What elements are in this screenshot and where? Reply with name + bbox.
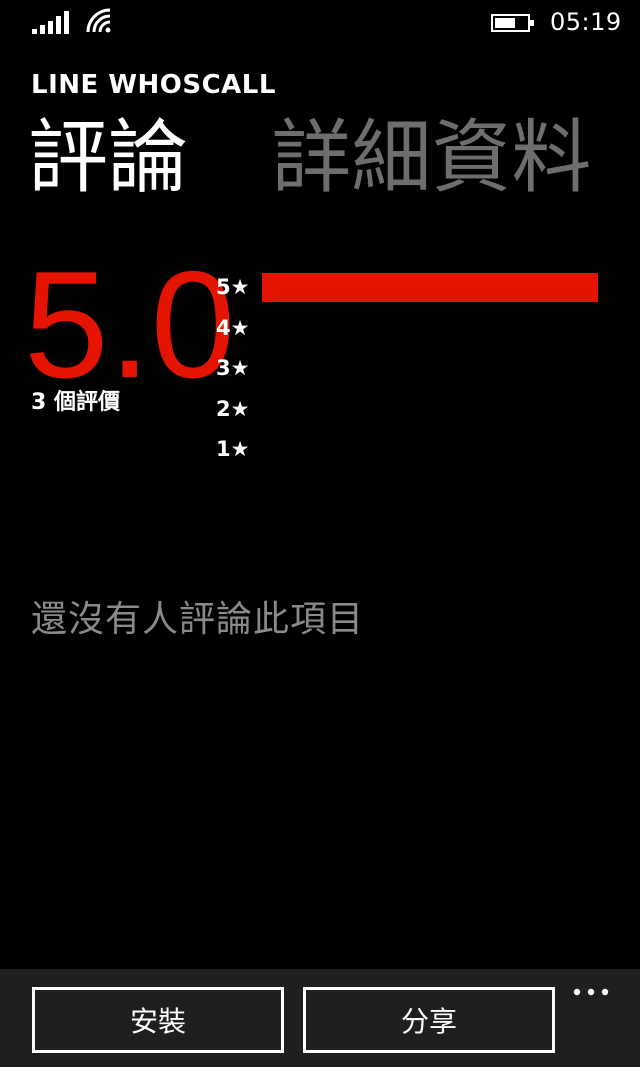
histogram-label: 1★ [216,437,250,461]
histogram-row-2: 2★ [216,394,616,435]
share-button[interactable]: 分享 [303,987,555,1053]
histogram-label: 3★ [216,356,250,380]
average-rating: 5.0 [24,240,236,410]
histogram-label: 4★ [216,315,250,340]
install-button[interactable]: 安裝 [32,987,284,1053]
app-bar: 安裝 分享 [0,969,640,1067]
histogram-bar [262,273,598,302]
pivot-tab-reviews[interactable]: 評論 [28,108,188,208]
histogram-row-5: 5★ [216,272,616,313]
clock: 05:19 [550,8,622,36]
wifi-icon [86,8,111,33]
battery-icon [491,14,534,32]
pivot-header: 評論 詳細資料 [28,108,640,208]
histogram-row-1: 1★ [216,434,616,475]
histogram-row-4: 4★ [216,313,616,354]
no-reviews-message: 還沒有人評論此項目 [31,599,365,640]
status-bar: 05:19 [0,0,640,48]
pivot-tab-details[interactable]: 詳細資料 [271,108,591,208]
histogram-label: 2★ [216,396,250,421]
histogram-label: 5★ [216,275,250,299]
rating-count: 3 個評價 [31,390,120,415]
app-title: LINE WHOSCALL [31,70,276,100]
rating-histogram: 5★ 4★ 3★ 2★ 1★ [216,272,616,475]
histogram-row-3: 3★ [216,353,616,394]
more-dots-icon[interactable] [573,985,609,999]
signal-strength-icon [32,11,69,34]
